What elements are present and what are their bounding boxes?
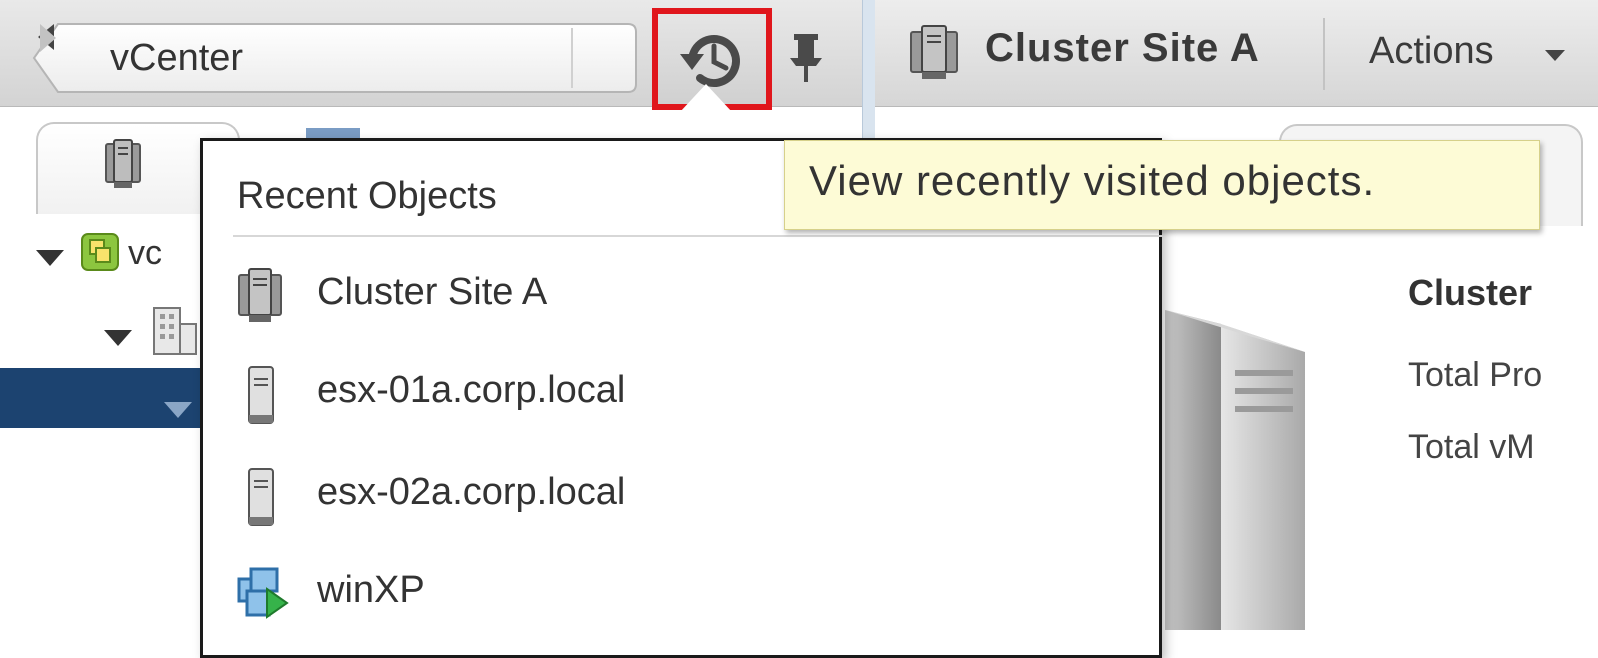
- host-icon: [248, 468, 274, 526]
- recent-item-cluster-site-a[interactable]: Cluster Site A: [233, 253, 1133, 333]
- host-icon: [248, 366, 274, 424]
- breadcrumb[interactable]: vCenter: [32, 22, 638, 94]
- header-divider: [1323, 18, 1325, 90]
- chevron-down-icon[interactable]: [1545, 50, 1565, 61]
- popup-divider: [233, 235, 1163, 237]
- popup-pointer: [680, 84, 732, 112]
- actions-menu-button[interactable]: Actions: [1369, 30, 1494, 73]
- recent-item-esx-02a[interactable]: esx-02a.corp.local: [233, 453, 1133, 533]
- recent-objects-tooltip: View recently visited objects.: [784, 140, 1540, 230]
- recent-item-label: Cluster Site A: [317, 271, 548, 313]
- expand-caret-icon[interactable]: [104, 330, 132, 346]
- breadcrumb-label: vCenter: [110, 37, 244, 79]
- cluster-illustration: [1165, 310, 1305, 630]
- forward-arrow-icon[interactable]: [32, 22, 62, 54]
- summary-total-vmotion: Total vM: [1408, 428, 1535, 466]
- navigator-header: vCenter: [0, 0, 862, 110]
- object-title: Cluster Site A: [985, 26, 1260, 70]
- popup-title: Recent Objects: [237, 175, 497, 217]
- recent-item-label: esx-01a.corp.local: [317, 369, 626, 411]
- cluster-icon: [910, 25, 958, 79]
- recent-item-esx-01a[interactable]: esx-01a.corp.local: [233, 351, 1133, 431]
- recent-item-label: esx-02a.corp.local: [317, 471, 626, 513]
- summary-title: Cluster: [1408, 272, 1533, 313]
- vcenter-icon: [81, 233, 119, 271]
- summary-total-processors: Total Pro: [1408, 356, 1543, 394]
- vm-icon: [237, 567, 289, 619]
- object-header: Cluster Site A Actions: [875, 0, 1598, 107]
- cluster-icon: [238, 268, 282, 322]
- recent-item-winxp[interactable]: winXP: [233, 551, 1133, 631]
- tooltip-text: View recently visited objects.: [809, 157, 1376, 204]
- datacenter-icon: [153, 307, 197, 355]
- recent-item-label: winXP: [317, 569, 425, 611]
- expand-caret-icon[interactable]: [164, 402, 192, 418]
- cluster-tab-icon: [105, 139, 141, 188]
- tree-label-vcenter: vc: [128, 234, 162, 272]
- expand-caret-icon[interactable]: [36, 250, 64, 266]
- pin-icon[interactable]: [786, 32, 826, 84]
